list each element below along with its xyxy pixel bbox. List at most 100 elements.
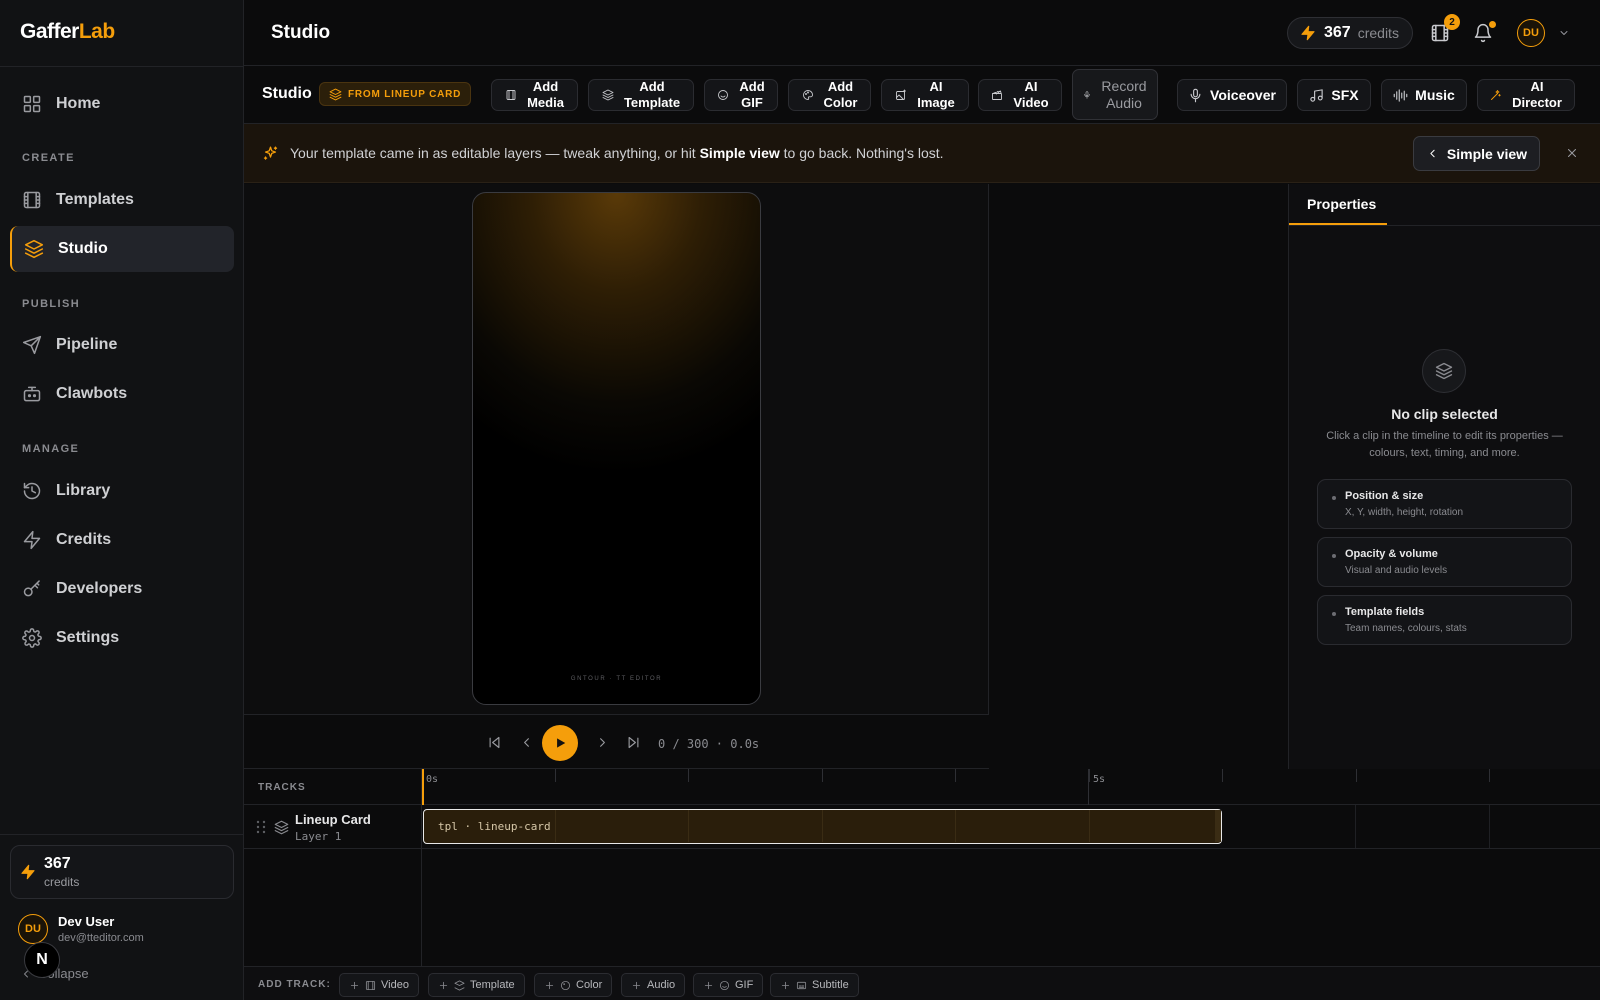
plus-icon xyxy=(780,980,791,991)
ai-video-button[interactable]: AI Video xyxy=(978,79,1062,111)
clip-label: tpl · lineup-card xyxy=(438,820,551,833)
sidebar-item-developers[interactable]: Developers xyxy=(10,566,234,612)
timeline-ruler[interactable]: 0s 5s xyxy=(244,769,1600,805)
chevron-left-icon xyxy=(1426,147,1439,160)
add-media-button[interactable]: Add Media xyxy=(491,79,578,111)
ai-image-button[interactable]: AI Image xyxy=(881,79,969,111)
empty-state-title: No clip selected xyxy=(1391,406,1498,422)
empty-state-description: Click a clip in the timeline to edit its… xyxy=(1326,430,1563,459)
user-name: Dev User xyxy=(58,914,115,929)
sidebar-item-label: Settings xyxy=(56,629,120,646)
sidebar-divider xyxy=(0,66,244,67)
sidebar-item-credits[interactable]: Credits xyxy=(10,517,234,563)
credits-label: credits xyxy=(1357,25,1399,41)
layers-icon xyxy=(329,88,342,101)
playhead[interactable] xyxy=(422,769,424,805)
play-button[interactable] xyxy=(542,725,578,761)
sidebar-item-label: Credits xyxy=(56,531,112,548)
magic-wand-icon xyxy=(1490,89,1502,101)
music-note-icon xyxy=(1309,88,1324,103)
add-color-track-button[interactable]: Color xyxy=(534,973,613,997)
sidebar-item-studio[interactable]: Studio xyxy=(10,226,234,272)
track-layer: Layer 1 xyxy=(295,830,342,843)
property-hint-card: Template fields Team names, colours, sta… xyxy=(1317,595,1572,645)
timeline-clip[interactable]: tpl · lineup-card xyxy=(423,809,1222,844)
add-template-track-button[interactable]: Template xyxy=(428,973,525,997)
layers-icon xyxy=(1435,362,1453,380)
render-count-badge: 2 xyxy=(1444,14,1460,30)
layers-icon xyxy=(602,89,614,101)
source-badge: FROM LINEUP CARD xyxy=(319,82,472,106)
credits-label: credits xyxy=(44,875,80,889)
sfx-button[interactable]: SFX xyxy=(1297,79,1371,111)
add-gif-track-button[interactable]: GIF xyxy=(693,973,764,997)
toolbar-title: Studio xyxy=(262,85,312,102)
sidebar-item-pipeline[interactable]: Pipeline xyxy=(10,322,234,368)
bolt-icon xyxy=(1300,25,1316,41)
bot-icon xyxy=(22,384,42,404)
chevron-right-icon[interactable] xyxy=(595,735,610,750)
user-email: dev@tteditor.com xyxy=(58,932,144,944)
drag-handle-icon[interactable] xyxy=(256,820,266,834)
banner-message: Your template came in as editable layers… xyxy=(290,145,944,161)
add-color-button[interactable]: Add Color xyxy=(788,79,871,111)
bolt-icon xyxy=(22,530,42,550)
phone-preview[interactable]: GNTOUR · TT EDITOR xyxy=(472,192,761,705)
track-labels-column xyxy=(244,769,422,966)
skip-start-icon[interactable] xyxy=(487,735,502,750)
sidebar-item-library[interactable]: Library xyxy=(10,468,234,514)
sidebar-item-clawbots[interactable]: Clawbots xyxy=(10,371,234,417)
simple-view-button[interactable]: Simple view xyxy=(1413,136,1540,171)
sidebar-item-templates[interactable]: Templates xyxy=(10,177,234,223)
section-publish: PUBLISH xyxy=(22,298,81,310)
timeline: 0s 5s TRACKS Lineup Card Layer 1 tpl · l… xyxy=(244,769,1600,1000)
empty-side-panel xyxy=(989,184,1289,769)
add-template-button[interactable]: Add Template xyxy=(588,79,694,111)
property-hint-card: Opacity & volume Visual and audio levels xyxy=(1317,537,1572,587)
sidebar-item-label: Home xyxy=(56,95,101,112)
chevron-left-icon[interactable] xyxy=(519,735,534,750)
gear-icon xyxy=(22,628,42,648)
layers-icon xyxy=(24,239,44,259)
ai-director-button[interactable]: AI Director xyxy=(1477,79,1575,111)
add-track-bar: ADD TRACK: Video Template Color Audio GI… xyxy=(244,966,1600,1000)
film-icon xyxy=(22,190,42,210)
voiceover-button[interactable]: Voiceover xyxy=(1177,79,1287,111)
player-controls: 0 / 300 · 0.0s xyxy=(244,716,989,769)
image-sparkle-icon xyxy=(895,89,907,101)
page-title: Studio xyxy=(271,22,331,43)
sidebar-item-home[interactable]: Home xyxy=(10,81,234,127)
tab-properties[interactable]: Properties xyxy=(1289,184,1600,226)
sidebar-item-settings[interactable]: Settings xyxy=(10,615,234,661)
sidebar-credits-card[interactable]: 367 credits xyxy=(10,845,234,899)
app-logo[interactable]: GafferLab xyxy=(20,20,115,44)
add-video-track-button[interactable]: Video xyxy=(339,973,419,997)
clapper-icon xyxy=(991,89,1003,101)
record-audio-button[interactable]: Record Audio xyxy=(1072,69,1158,120)
mic-icon xyxy=(1083,90,1091,99)
palette-icon xyxy=(802,89,814,101)
next-dev-badge[interactable]: N xyxy=(24,942,60,978)
notification-dot xyxy=(1489,21,1496,28)
mic-icon xyxy=(1188,88,1203,103)
key-icon xyxy=(22,579,42,599)
skip-end-icon[interactable] xyxy=(626,735,641,750)
ruler-label: 5s xyxy=(1093,774,1106,785)
sidebar-item-label: Pipeline xyxy=(56,336,118,353)
sparkles-icon xyxy=(262,145,279,162)
section-manage: MANAGE xyxy=(22,443,80,455)
chevron-down-icon[interactable] xyxy=(1558,27,1570,39)
plus-icon xyxy=(631,980,642,991)
sidebar-item-label: Library xyxy=(56,482,111,499)
add-subtitle-track-button[interactable]: Subtitle xyxy=(770,973,859,997)
music-button[interactable]: Music xyxy=(1381,79,1467,111)
palette-icon xyxy=(560,980,571,991)
layers-icon xyxy=(274,820,289,835)
header-credits-pill[interactable]: 367 credits xyxy=(1287,17,1413,49)
add-track-label: ADD TRACK: xyxy=(258,979,331,990)
film-icon xyxy=(365,980,376,991)
close-icon[interactable] xyxy=(1565,146,1579,160)
add-audio-track-button[interactable]: Audio xyxy=(621,973,686,997)
add-gif-button[interactable]: Add GIF xyxy=(704,79,778,111)
avatar[interactable]: DU xyxy=(1517,19,1545,47)
